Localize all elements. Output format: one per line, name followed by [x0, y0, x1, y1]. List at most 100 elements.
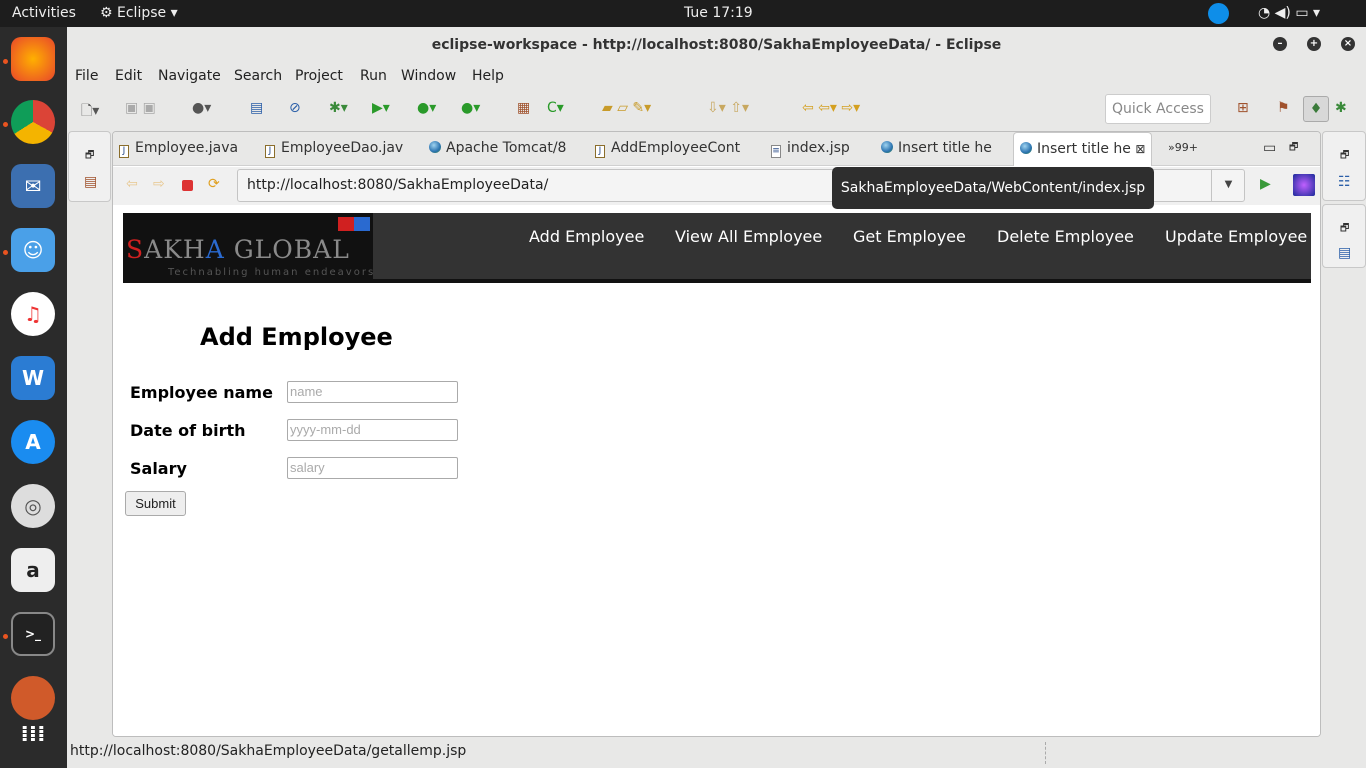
site-navbar: SAKHA GLOBAL Technabling human endeavors… [123, 213, 1311, 283]
debug-icon[interactable]: ✱▾ [329, 100, 348, 116]
nav-view-all-employee[interactable]: View All Employee [675, 227, 822, 246]
restore-icon[interactable]: 🗗 [85, 148, 94, 165]
clock[interactable]: Tue 17:19 [684, 5, 753, 21]
next-annotation-icon[interactable]: ⇩▾ ⇧▾ [707, 100, 749, 116]
breakpoint-icon[interactable]: ⊘ [289, 100, 301, 116]
status-divider [1045, 742, 1046, 764]
minimize-button[interactable]: – [1273, 37, 1287, 51]
tab-label: Insert title he [1037, 141, 1131, 157]
nav-get-employee[interactable]: Get Employee [853, 227, 966, 246]
navigation-arrows-icon[interactable]: ⇦ ⇦▾ ⇨▾ [802, 100, 860, 116]
window-title-bar: eclipse-workspace - http://localhost:808… [67, 27, 1366, 63]
back-icon[interactable]: ⇦ [126, 176, 138, 192]
right-minimized-panel-2: 🗗 ▤ [1322, 204, 1366, 268]
tab-insert-title-active[interactable]: Insert title he ⊠ [1013, 132, 1153, 166]
word-icon[interactable]: W [11, 356, 55, 400]
globe-icon [1020, 142, 1032, 154]
dob-label: Date of birth [130, 421, 246, 440]
new-class-icon[interactable]: C▾ [547, 100, 564, 116]
new-package-icon[interactable]: ▦ [517, 100, 530, 116]
run-icon[interactable]: ▶▾ [372, 100, 390, 116]
help-icon[interactable]: ◎ [11, 484, 55, 528]
save-icon[interactable]: ▣ ▣ [125, 100, 156, 116]
menu-help[interactable]: Help [472, 68, 504, 84]
status-text: http://localhost:8080/SakhaEmployeeData/… [70, 743, 467, 759]
logo-text: SAKHA GLOBAL [126, 235, 350, 264]
tab-index-jsp[interactable]: ≡ index.jsp [771, 132, 850, 166]
submit-button[interactable]: Submit [125, 491, 186, 516]
wifi-icon[interactable]: ◔ ◀) ▭ ▾ [1258, 5, 1320, 21]
minimize-view-icon[interactable]: ▭ [1263, 132, 1276, 166]
tab-label: AddEmployeeCont [611, 140, 741, 156]
menu-window[interactable]: Window [401, 68, 456, 84]
menu-edit[interactable]: Edit [115, 68, 142, 84]
maximize-button[interactable]: + [1307, 37, 1321, 51]
mail-icon[interactable]: ✉ [11, 164, 55, 208]
nav-delete-employee[interactable]: Delete Employee [997, 227, 1134, 246]
salary-input[interactable]: salary [287, 457, 458, 479]
menu-project[interactable]: Project [295, 68, 343, 84]
menu-file[interactable]: File [75, 68, 98, 84]
nav-add-employee[interactable]: Add Employee [529, 227, 644, 246]
page-heading: Add Employee [200, 323, 393, 351]
tab-insert-title-1[interactable]: Insert title he [881, 132, 992, 166]
close-button[interactable]: × [1341, 37, 1355, 51]
coverage-icon[interactable]: ●▾ [417, 100, 436, 116]
browser-icon[interactable] [1293, 174, 1315, 196]
menu-search[interactable]: Search [234, 68, 282, 84]
terminal-icon[interactable]: >_ [11, 612, 55, 656]
tab-label: EmployeeDao.jav [281, 140, 404, 156]
chrome-icon[interactable] [11, 100, 55, 144]
maximize-view-icon[interactable]: 🗗 [1289, 132, 1298, 166]
java-perspective-icon[interactable]: ♦ [1303, 96, 1329, 122]
dob-input[interactable]: yyyy-mm-dd [287, 419, 458, 441]
teamviewer-icon[interactable] [1208, 3, 1229, 24]
stop-icon[interactable] [182, 180, 193, 191]
tab-tooltip: SakhaEmployeeData/WebContent/index.jsp [832, 167, 1154, 209]
activities-button[interactable]: Activities [12, 5, 76, 21]
open-perspective-icon[interactable]: ⊞ [1237, 100, 1249, 116]
show-apps-icon[interactable]: ⁞⁞⁞ [11, 712, 55, 756]
console-icon[interactable]: ▤ [250, 100, 263, 116]
refresh-icon[interactable]: ⟳ [208, 176, 220, 192]
profile-icon[interactable]: ●▾ [192, 100, 211, 116]
music-icon[interactable]: ♫ [11, 292, 55, 336]
tab-employeedao-java[interactable]: J EmployeeDao.jav [265, 132, 403, 166]
restore-icon[interactable]: 🗗 [1340, 148, 1349, 165]
finder-icon[interactable]: ☺ [11, 228, 55, 272]
employee-name-input[interactable]: name [287, 381, 458, 403]
tabs-overflow[interactable]: »99+ [1168, 132, 1198, 166]
debug-perspective-icon[interactable]: ✱ [1335, 100, 1347, 116]
amazon-icon[interactable]: a [11, 548, 55, 592]
url-dropdown-icon[interactable]: ▼ [1211, 169, 1245, 202]
logo[interactable]: SAKHA GLOBAL Technabling human endeavors [123, 213, 373, 279]
forward-icon[interactable]: ⇨ [153, 176, 165, 192]
menu-run[interactable]: Run [360, 68, 387, 84]
external-tools-icon[interactable]: ●▾ [461, 100, 480, 116]
console-view-icon[interactable]: ▤ [1338, 245, 1351, 261]
tab-apache-tomcat[interactable]: Apache Tomcat/8 [429, 132, 566, 166]
close-tab-icon[interactable]: ⊠ [1135, 142, 1145, 156]
tab-label: Insert title he [898, 140, 992, 156]
hierarchy-icon[interactable]: ▤ [84, 174, 97, 190]
outline-icon[interactable]: ☷ [1338, 174, 1351, 190]
employee-name-label: Employee name [130, 383, 273, 402]
new-icon[interactable]: 🗋▾ [81, 100, 99, 124]
tab-label: index.jsp [787, 140, 850, 156]
jee-perspective-icon[interactable]: ⚑ [1277, 100, 1290, 116]
tab-addemployeecont[interactable]: J AddEmployeeCont [595, 132, 740, 166]
tab-employee-java[interactable]: J Employee.java [119, 132, 238, 166]
quick-access-input[interactable]: Quick Access [1105, 94, 1211, 124]
menu-bar: File Edit Navigate Search Project Run Wi… [67, 64, 1366, 89]
app-store-icon[interactable]: A [11, 420, 55, 464]
open-type-icon[interactable]: ▰ ▱ ✎▾ [602, 100, 651, 116]
go-icon[interactable]: ▶ [1260, 176, 1271, 192]
firefox-icon[interactable] [11, 37, 55, 81]
system-top-bar: Activities ⚙ Eclipse ▾ Tue 17:19 ◔ ◀) ▭ … [0, 0, 1366, 27]
globe-icon [881, 141, 893, 153]
restore-icon[interactable]: 🗗 [1340, 221, 1349, 238]
window-title: eclipse-workspace - http://localhost:808… [431, 37, 1002, 53]
menu-navigate[interactable]: Navigate [158, 68, 221, 84]
app-menu[interactable]: ⚙ Eclipse ▾ [100, 5, 178, 21]
nav-update-employee[interactable]: Update Employee [1165, 227, 1307, 246]
